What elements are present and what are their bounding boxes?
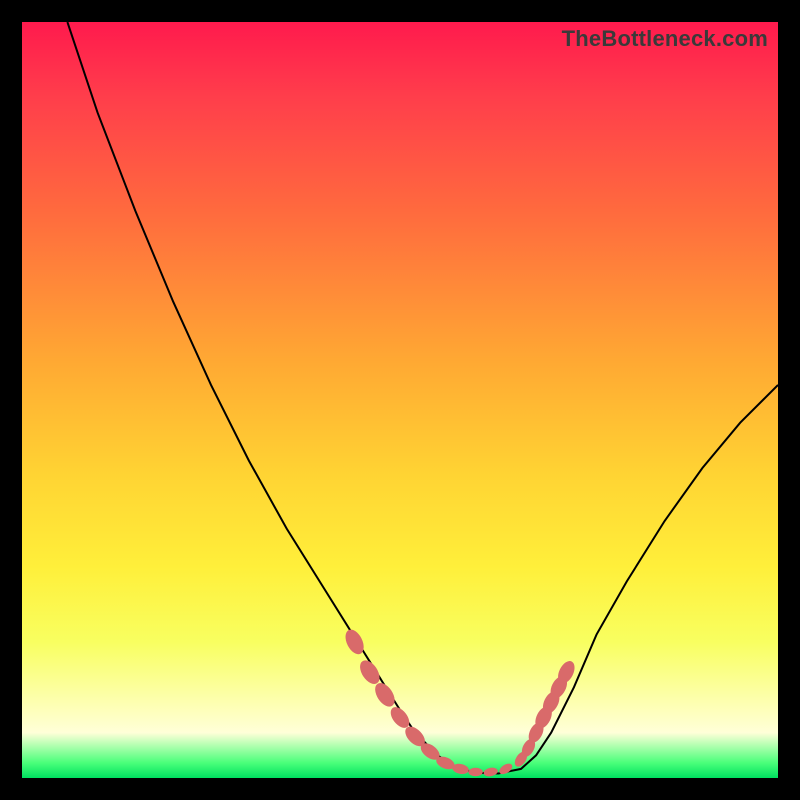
plot-area: TheBottleneck.com bbox=[22, 22, 778, 778]
highlight-marker bbox=[468, 768, 482, 776]
chart-frame: TheBottleneck.com bbox=[0, 0, 800, 800]
highlight-markers bbox=[342, 627, 578, 778]
bottleneck-chart bbox=[22, 22, 778, 778]
highlight-marker bbox=[483, 766, 499, 777]
bottleneck-curve-line bbox=[67, 22, 778, 774]
